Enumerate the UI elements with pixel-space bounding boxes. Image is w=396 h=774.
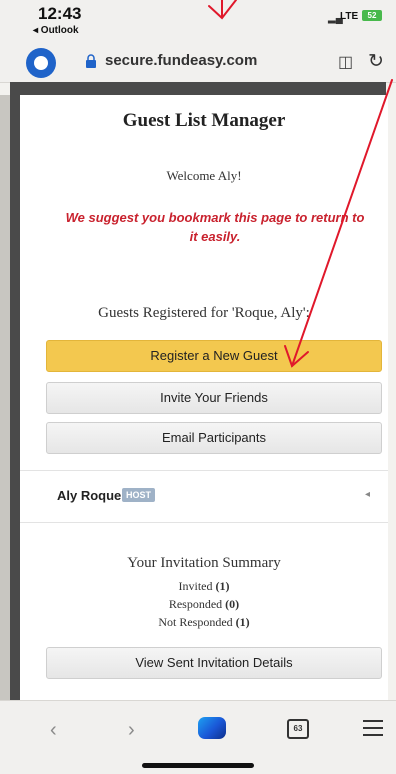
- summary-title: Your Invitation Summary: [127, 555, 281, 571]
- menu-icon[interactable]: [363, 720, 383, 741]
- host-badge: HOST: [122, 488, 156, 502]
- battery-icon: 52: [362, 10, 382, 21]
- invite-friends-button[interactable]: Invite Your Friends: [46, 382, 382, 414]
- host-name: Aly Roque: [57, 488, 122, 503]
- responded-label: Responded: [168, 597, 223, 611]
- guests-registered-heading: Guests Registered for 'Roque, Aly':: [98, 305, 310, 321]
- invited-label: Invited: [178, 579, 213, 593]
- reload-icon[interactable]: ↻: [368, 50, 384, 73]
- forward-icon[interactable]: ›: [128, 719, 135, 742]
- url-field[interactable]: secure.fundeasy.com: [105, 52, 257, 69]
- view-sent-invitations-button[interactable]: View Sent Invitation Details: [46, 647, 382, 679]
- clock: 12:43: [38, 4, 82, 23]
- background-edge: [0, 95, 10, 705]
- responded-count: (0): [225, 597, 240, 611]
- divider: [20, 470, 388, 471]
- welcome-text: Welcome Aly!: [166, 168, 242, 183]
- summary-invited: Invited (1): [20, 579, 388, 594]
- expand-icon[interactable]: ◂: [365, 489, 370, 500]
- copilot-icon[interactable]: [198, 717, 226, 739]
- summary-responded: Responded (0): [20, 597, 388, 612]
- back-icon[interactable]: ‹: [50, 719, 57, 742]
- site-settings-icon[interactable]: [85, 54, 97, 68]
- browser-toolbar: ‹ › 63: [0, 700, 396, 774]
- reader-mode-icon[interactable]: ◫: [338, 52, 353, 72]
- tabs-button[interactable]: 63: [287, 719, 309, 739]
- page-title: Guest List Manager: [122, 110, 286, 131]
- network-label: LTE: [340, 11, 359, 22]
- home-indicator: [142, 763, 254, 768]
- status-bar: 12:43 ◂ Outlook ▂▄ LTE 52: [0, 0, 396, 42]
- back-to-app-link[interactable]: ◂ Outlook: [33, 25, 79, 36]
- bookmark-suggestion: We suggest you bookmark this page to ret…: [65, 210, 365, 244]
- summary-not-responded: Not Responded (1): [20, 615, 388, 630]
- divider: [20, 522, 388, 523]
- register-guest-button[interactable]: Register a New Guest: [46, 340, 382, 372]
- browser-address-bar: secure.fundeasy.com ◫ ↻: [0, 42, 396, 83]
- invited-count: (1): [215, 579, 230, 593]
- guest-list-page: Guest List Manager Welcome Aly! We sugge…: [20, 95, 388, 700]
- browser-extension-button[interactable]: [26, 48, 56, 78]
- not-responded-count: (1): [235, 615, 250, 629]
- not-responded-label: Not Responded: [158, 615, 233, 629]
- email-participants-button[interactable]: Email Participants: [46, 422, 382, 454]
